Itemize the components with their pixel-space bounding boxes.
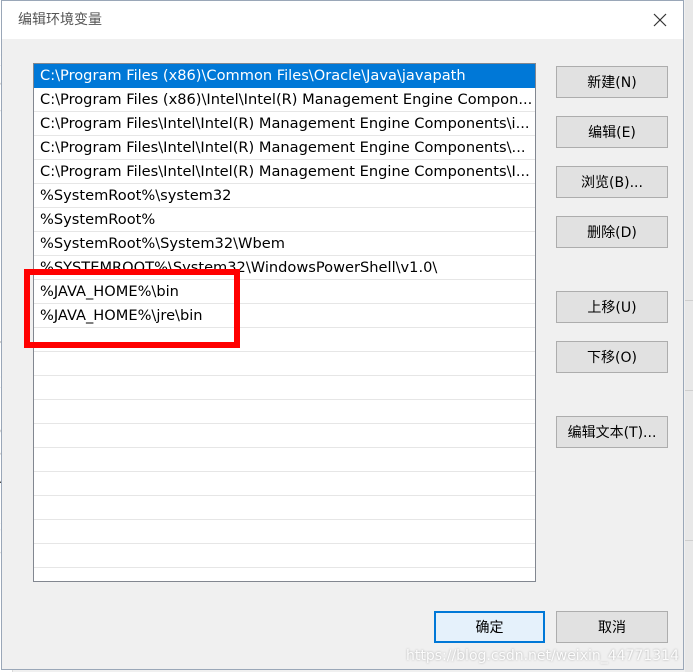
new-button[interactable]: 新建(N) (556, 66, 668, 98)
move-down-button[interactable]: 下移(O) (556, 341, 668, 373)
close-button[interactable] (643, 5, 677, 35)
empty-list-row[interactable] (34, 520, 535, 544)
path-list-item[interactable]: C:\Program Files\Intel\Intel(R) Manageme… (34, 136, 535, 160)
empty-list-row[interactable] (34, 328, 535, 352)
delete-button[interactable]: 删除(D) (556, 216, 668, 248)
path-list-item[interactable]: %SystemRoot%\System32\Wbem (34, 232, 535, 256)
edit-text-button[interactable]: 编辑文本(T)... (556, 416, 668, 448)
empty-list-row[interactable] (34, 400, 535, 424)
path-list-item[interactable]: %SystemRoot% (34, 208, 535, 232)
close-icon (653, 13, 667, 27)
ok-button[interactable]: 确定 (434, 611, 545, 643)
move-up-button[interactable]: 上移(U) (556, 291, 668, 323)
browse-button[interactable]: 浏览(B)... (556, 166, 668, 198)
path-list-item[interactable]: C:\Program Files\Intel\Intel(R) Manageme… (34, 112, 535, 136)
title-bar[interactable]: 编辑环境变量 (2, 1, 683, 39)
empty-list-row[interactable] (34, 544, 535, 568)
edit-button[interactable]: 编辑(E) (556, 116, 668, 148)
path-list-item[interactable]: %SystemRoot%\system32 (34, 184, 535, 208)
empty-list-row[interactable] (34, 448, 535, 472)
edit-environment-variable-dialog: 编辑环境变量 C:\Program Files (x86)\Common Fil… (1, 0, 684, 670)
path-list[interactable]: C:\Program Files (x86)\Common Files\Orac… (33, 63, 536, 582)
path-list-item[interactable]: %JAVA_HOME%\bin (34, 280, 535, 304)
empty-list-row[interactable] (34, 424, 535, 448)
empty-list-row[interactable] (34, 496, 535, 520)
empty-list-row[interactable] (34, 472, 535, 496)
path-list-item[interactable]: C:\Program Files (x86)\Intel\Intel(R) Ma… (34, 88, 535, 112)
dialog-title: 编辑环境变量 (18, 12, 102, 28)
watermark: https://blog.csdn.net/weixin_44771314 (405, 648, 679, 664)
path-list-item[interactable]: C:\Program Files\Intel\Intel(R) Manageme… (34, 160, 535, 184)
empty-list-row[interactable] (34, 352, 535, 376)
path-list-item[interactable]: C:\Program Files (x86)\Common Files\Orac… (34, 64, 535, 88)
path-list-item[interactable]: %SYSTEMROOT%\System32\WindowsPowerShell\… (34, 256, 535, 280)
background-window-right (685, 0, 693, 672)
empty-list-row[interactable] (34, 376, 535, 400)
path-list-item[interactable]: %JAVA_HOME%\jre\bin (34, 304, 535, 328)
cancel-button[interactable]: 取消 (556, 611, 668, 643)
